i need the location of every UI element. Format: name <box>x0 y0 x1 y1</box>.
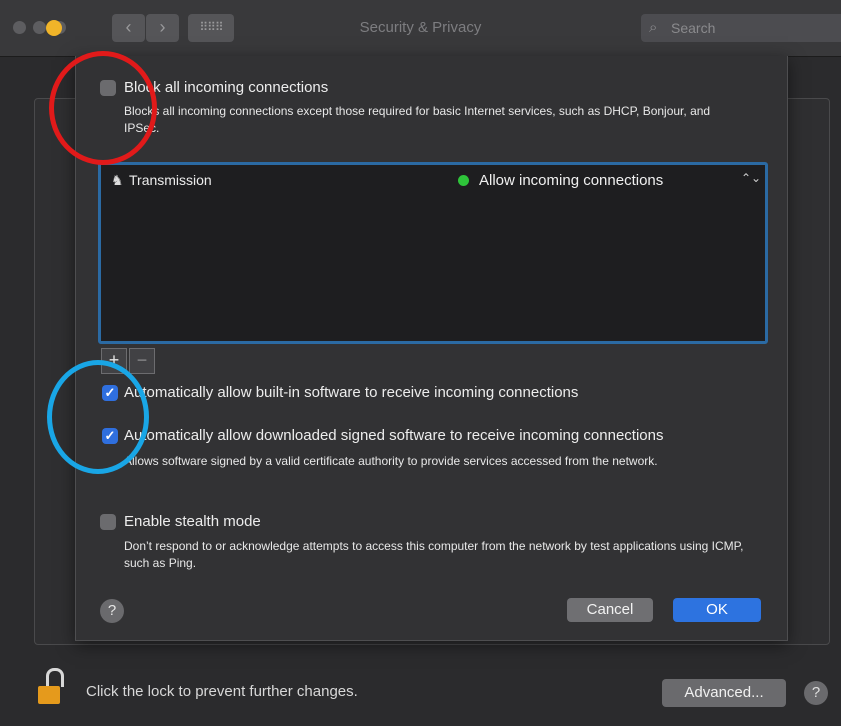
grid-icon: ⠿⠿⠿ <box>199 20 223 34</box>
search-icon: ⌕ <box>649 19 658 36</box>
auto-builtin-label: Automatically allow built-in software to… <box>124 384 579 401</box>
auto-signed-description: Allows software signed by a valid certif… <box>124 454 658 468</box>
lock-body-icon <box>38 686 60 704</box>
status-dot-icon <box>458 175 469 186</box>
minimize-window-button[interactable] <box>33 21 46 34</box>
transmission-app-icon: ♞ <box>111 172 124 188</box>
lock-button[interactable] <box>38 668 66 708</box>
ok-button[interactable]: OK <box>673 598 761 622</box>
add-app-button[interactable]: + <box>101 348 127 374</box>
auto-builtin-checkbox[interactable]: ✓ <box>102 385 118 401</box>
auto-signed-label: Automatically allow downloaded signed so… <box>124 427 664 444</box>
block-all-description: Blocks all incoming connections except t… <box>124 104 711 135</box>
title-bar: ‹ › ⠿⠿⠿ Security & Privacy ⌕ Search <box>0 0 841 57</box>
stealth-mode-checkbox[interactable] <box>100 514 116 530</box>
auto-signed-checkbox[interactable]: ✓ <box>102 428 118 444</box>
lock-shackle-icon <box>46 668 64 687</box>
search-placeholder: Search <box>671 20 716 36</box>
sheet-help-button[interactable]: ? <box>100 599 124 623</box>
app-name: Transmission <box>129 172 212 188</box>
minimize-highlight-icon[interactable] <box>46 20 62 36</box>
remove-app-button[interactable]: − <box>129 348 155 374</box>
block-all-checkbox[interactable] <box>100 80 116 96</box>
chevron-right-icon: › <box>159 17 166 37</box>
forward-button[interactable]: › <box>146 14 179 42</box>
footer-help-button[interactable]: ? <box>804 681 828 705</box>
search-field[interactable]: ⌕ Search <box>641 14 841 42</box>
lock-status-text: Click the lock to prevent further change… <box>86 683 358 700</box>
list-item[interactable]: ♞ Transmission Allow incoming connection… <box>101 165 765 195</box>
firewall-options-sheet: Block all incoming connections Blocks al… <box>75 56 788 641</box>
show-all-button[interactable]: ⠿⠿⠿ <box>188 14 234 42</box>
stealth-mode-label: Enable stealth mode <box>124 513 261 530</box>
close-window-button[interactable] <box>13 21 26 34</box>
block-all-label: Block all incoming connections <box>124 79 329 96</box>
advanced-button[interactable]: Advanced... <box>662 679 786 707</box>
connection-status-popup[interactable]: Allow incoming connections <box>479 172 663 189</box>
chevron-left-icon: ‹ <box>125 17 132 37</box>
cancel-button[interactable]: Cancel <box>567 598 653 622</box>
stealth-mode-description: Don’t respond to or acknowledge attempts… <box>124 539 744 570</box>
app-list[interactable]: ♞ Transmission Allow incoming connection… <box>98 162 768 344</box>
back-button[interactable]: ‹ <box>112 14 145 42</box>
popup-arrows-icon[interactable]: ⌃⌄ <box>741 171 761 185</box>
